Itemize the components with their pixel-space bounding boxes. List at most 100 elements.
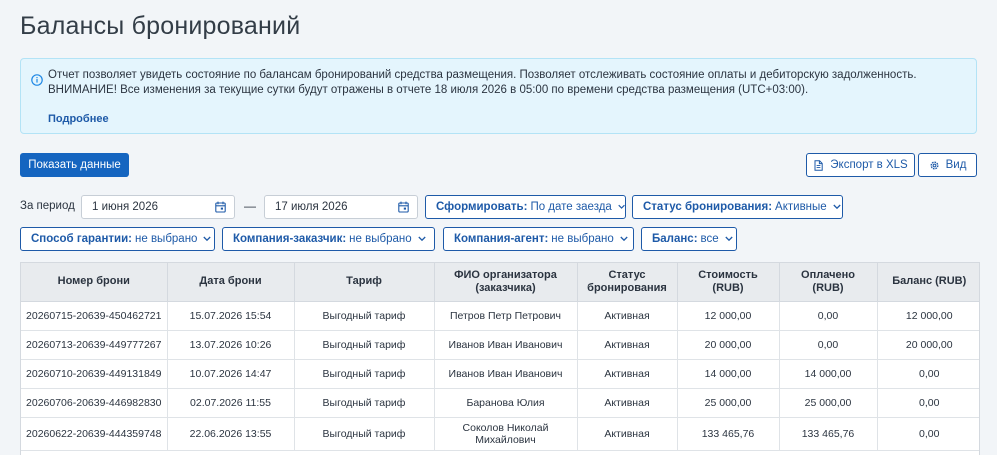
booking-status-filter[interactable]: Статус бронирования: Активные [632,195,843,219]
booking-number-cell[interactable]: 20260715-20639-450462721 [21,301,168,331]
column-header-status[interactable]: Статус бронирования [577,263,678,302]
customer-company-label: Компания-заказчик: [233,233,347,245]
organizer-cell: Иванов Иван Иванович [434,330,578,360]
cost-cell: 25 000,00 [677,388,780,418]
export-xls-label: Экспорт в XLS [830,159,908,171]
status-cell: Активная [577,417,678,451]
table-row[interactable]: 20260715-20639-450462721 15.07.2026 15:5… [21,301,979,331]
balance-cell: 12 000,00 [877,301,979,331]
chevron-down-icon [417,236,426,242]
date-separator: — [244,199,256,213]
booking-date-cell: 22.06.2026 13:55 [167,417,295,451]
booking-number-cell[interactable]: 20260713-20639-449777267 [21,330,168,360]
tariff-cell: Выгодный тариф [294,359,435,389]
column-header-booking-number[interactable]: Номер брони [21,263,168,302]
organizer-cell: Иванов Иван Иванович [434,359,578,389]
booking-status-label: Статус бронирования: [643,201,773,213]
organizer-cell: Соколов Николай Михайлович [434,417,578,451]
booking-status-value: Активные [775,201,827,213]
chevron-down-icon [620,236,628,242]
chevron-down-icon [618,204,625,209]
tariff-cell: Выгодный тариф [294,388,435,418]
agent-company-filter[interactable]: Компания-агент: не выбрано [443,227,634,251]
paid-cell: 133 465,76 [779,417,878,451]
guarantee-label: Способ гарантии: [31,233,132,245]
info-banner: Отчет позволяет увидеть состояние по бал… [20,58,977,134]
cost-cell: 12 000,00 [677,301,780,331]
date-to-input[interactable]: 17 июля 2026 [264,195,418,219]
status-cell: Активная [577,330,678,360]
table-row[interactable]: 20260713-20639-449777267 13.07.2026 10:2… [21,330,979,360]
form-by-filter[interactable]: Сформировать: По дате заезда [425,195,626,219]
tariff-cell: Выгодный тариф [294,417,435,451]
document-icon [814,159,823,171]
info-line-1: Отчет позволяет увидеть состояние по бал… [48,69,917,81]
chevron-down-icon [203,236,212,242]
booking-date-cell: 15.07.2026 15:54 [167,301,295,331]
booking-number-cell[interactable]: 20260622-20639-444359748 [21,417,168,451]
table-row[interactable]: 20260710-20639-449131849 10.07.2026 14:4… [21,359,979,389]
table-row[interactable]: 20260706-20639-446982830 02.07.2026 11:5… [21,388,979,418]
calendar-icon [215,201,226,213]
organizer-cell: Баранова Юлия [434,388,578,418]
form-by-label: Сформировать: [436,201,528,213]
page-title: Балансы бронирований [20,12,301,40]
guarantee-filter[interactable]: Способ гарантии: не выбрано [20,227,215,251]
booking-date-cell: 13.07.2026 10:26 [167,330,295,360]
balance-filter[interactable]: Баланс: все [641,227,737,251]
customer-company-filter[interactable]: Компания-заказчик: не выбрано [222,227,435,251]
status-cell: Активная [577,359,678,389]
status-cell: Активная [577,301,678,331]
chevron-down-icon [725,236,733,242]
column-header-organizer[interactable]: ФИО организатора (заказчика) [434,263,578,302]
booking-date-cell: 02.07.2026 11:55 [167,388,295,418]
view-label: Вид [945,159,967,171]
organizer-cell: Петров Петр Петрович [434,301,578,331]
balance-value: все [700,233,719,245]
more-link[interactable]: Подробнее [48,113,109,125]
cost-cell: 133 465,76 [677,417,780,451]
cost-cell: 14 000,00 [677,359,780,389]
tariff-cell: Выгодный тариф [294,330,435,360]
balance-cell: 0,00 [877,388,979,418]
balances-page: Балансы бронирований Отчет позволяет уви… [0,0,997,455]
info-message: Отчет позволяет увидеть состояние по бал… [48,68,968,98]
export-xls-button[interactable]: Экспорт в XLS [806,153,915,177]
paid-cell: 0,00 [779,301,878,331]
cost-cell: 20 000,00 [677,330,780,360]
view-button[interactable]: Вид [918,153,977,177]
booking-number-cell[interactable]: 20260710-20639-449131849 [21,359,168,389]
column-header-cost[interactable]: Стоимость (RUB) [677,263,780,302]
form-by-value: По дате заезда [530,201,612,213]
balance-cell: 20 000,00 [877,330,979,360]
date-from-input[interactable]: 1 июня 2026 [81,195,235,219]
date-to-value: 17 июля 2026 [275,201,348,213]
paid-cell: 25 000,00 [779,388,878,418]
period-label: За период [20,200,75,212]
table-row[interactable]: 20260622-20639-444359748 22.06.2026 13:5… [21,417,979,451]
show-data-button[interactable]: Показать данные [20,153,129,177]
customer-company-value: не выбрано [349,233,412,245]
balance-label: Баланс: [652,233,698,245]
tariff-cell: Выгодный тариф [294,301,435,331]
table-header-row: Номер брони Дата брони Тариф ФИО организ… [21,263,979,302]
column-header-tariff[interactable]: Тариф [294,263,435,302]
paid-cell: 14 000,00 [779,359,878,389]
agent-company-label: Компания-агент: [454,233,549,245]
column-header-paid[interactable]: Оплачено (RUB) [779,263,878,302]
balance-cell: 0,00 [877,417,979,451]
agent-company-value: не выбрано [551,233,614,245]
status-cell: Активная [577,388,678,418]
column-header-balance[interactable]: Баланс (RUB) [877,263,979,302]
paid-cell: 0,00 [779,330,878,360]
column-header-booking-date[interactable]: Дата брони [167,263,295,302]
booking-number-cell[interactable]: 20260706-20639-446982830 [21,388,168,418]
booking-date-cell: 10.07.2026 14:47 [167,359,295,389]
date-from-value: 1 июня 2026 [92,201,158,213]
info-line-2: ВНИМАНИЕ! Все изменения за текущие сутки… [48,84,809,96]
chevron-down-icon [833,204,841,210]
info-icon [31,74,43,86]
balances-table: Номер брони Дата брони Тариф ФИО организ… [20,262,980,455]
balance-cell: 0,00 [877,359,979,389]
guarantee-value: не выбрано [135,233,198,245]
